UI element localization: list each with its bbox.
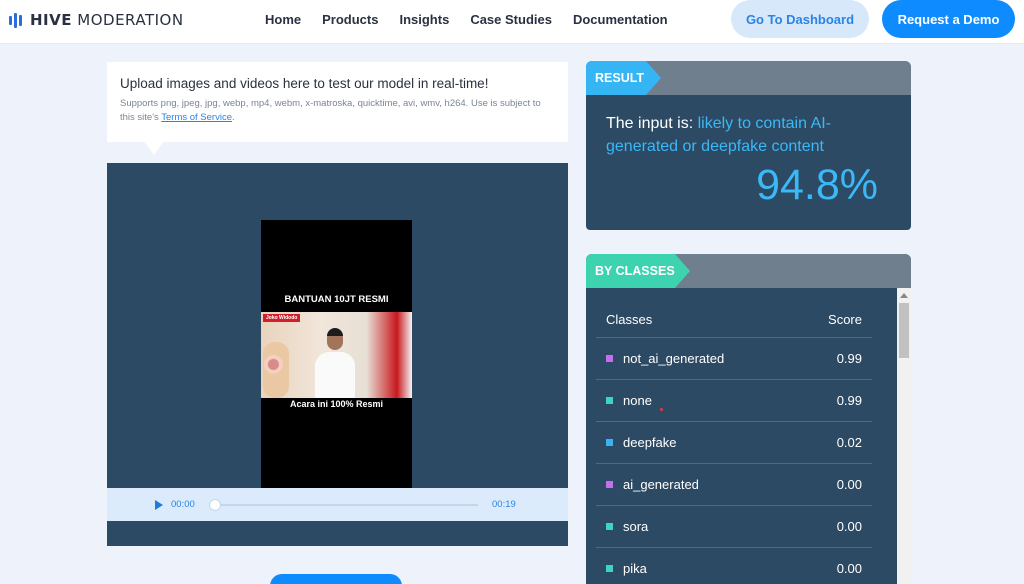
flower-decoration	[263, 342, 289, 398]
speaker-figure	[315, 322, 355, 398]
nav-documentation[interactable]: Documentation	[573, 12, 668, 27]
classes-table: Classes Score not_ai_generated 0.99 none…	[596, 302, 872, 584]
play-icon[interactable]	[155, 500, 163, 510]
logo-bars-icon	[9, 12, 22, 28]
total-time: 00:19	[492, 499, 516, 510]
nav-home[interactable]: Home	[265, 12, 301, 27]
nav-insights[interactable]: Insights	[399, 12, 449, 27]
class-row: not_ai_generated 0.99	[596, 338, 872, 380]
class-row: sora 0.00	[596, 506, 872, 548]
upload-description: Supports png, jpeg, jpg, webp, mp4, webm…	[120, 98, 541, 123]
seek-bar[interactable]	[210, 504, 478, 506]
result-card: RESULT The input is: likely to contain A…	[586, 61, 911, 230]
class-score: 0.00	[836, 561, 862, 576]
classes-column-header: Classes	[606, 312, 653, 327]
video-player[interactable]: BANTUAN 10JT RESMI Joko Widodo Acara ini…	[261, 220, 412, 489]
class-name: sora	[623, 519, 649, 534]
class-row: none 0.99	[596, 380, 872, 422]
class-color-swatch	[606, 481, 613, 488]
class-name: not_ai_generated	[623, 351, 725, 366]
terms-of-service-link[interactable]: Terms of Service	[161, 112, 232, 123]
result-score: 94.8%	[756, 161, 878, 209]
by-classes-tag: BY CLASSES	[586, 254, 690, 288]
video-caption-bottom: Acara ini 100% Resmi	[289, 399, 384, 409]
score-column-header: Score	[828, 312, 862, 327]
class-name: ai_generated	[623, 477, 699, 492]
class-score: 0.99	[836, 393, 862, 408]
class-row: deepfake 0.02	[596, 422, 872, 464]
class-color-swatch	[606, 565, 613, 572]
main-nav: Home Products Insights Case Studies Docu…	[265, 12, 689, 27]
scroll-thumb[interactable]	[899, 303, 909, 358]
class-name: deepfake	[623, 435, 677, 450]
class-name: pika	[623, 561, 647, 576]
classes-table-header: Classes Score	[596, 302, 872, 338]
class-row: ai_generated 0.00	[596, 464, 872, 506]
current-time: 00:00	[171, 499, 195, 510]
class-score: 0.99	[836, 351, 862, 366]
class-row: pika 0.00	[596, 548, 872, 584]
video-caption-top: BANTUAN 10JT RESMI	[284, 294, 389, 305]
class-name: none	[623, 393, 652, 408]
result-verdict: The input is: likely to contain AI-gener…	[606, 115, 832, 155]
class-color-swatch	[606, 355, 613, 362]
player-controls: 00:00 00:19	[107, 488, 568, 521]
class-score: 0.00	[836, 477, 862, 492]
classes-card-header: BY CLASSES	[586, 254, 911, 288]
classes-scrollbar[interactable]	[897, 288, 911, 584]
result-card-header: RESULT	[586, 61, 911, 95]
scroll-up-icon[interactable]	[900, 293, 908, 298]
class-score: 0.00	[836, 519, 862, 534]
logo-text: HIVE MODERATION	[30, 11, 184, 29]
upload-callout-pointer	[144, 141, 164, 155]
classes-card: BY CLASSES Classes Score not_ai_generate…	[586, 254, 911, 584]
media-preview-panel: BANTUAN 10JT RESMI Joko Widodo Acara ini…	[107, 163, 568, 546]
class-score: 0.02	[836, 435, 862, 450]
class-color-swatch	[606, 397, 613, 404]
upload-instructions: Upload images and videos here to test ou…	[107, 62, 568, 142]
partial-button[interactable]	[270, 574, 402, 584]
video-name-tag: Joko Widodo	[263, 314, 301, 322]
nav-case-studies[interactable]: Case Studies	[470, 12, 552, 27]
seek-thumb[interactable]	[209, 499, 221, 511]
class-color-swatch	[606, 523, 613, 530]
upload-title: Upload images and videos here to test ou…	[120, 76, 489, 91]
result-tag: RESULT	[586, 61, 661, 95]
go-to-dashboard-button[interactable]: Go To Dashboard	[731, 0, 869, 38]
video-frame-image: Joko Widodo	[261, 312, 412, 398]
cursor-dot	[660, 408, 663, 411]
request-demo-button[interactable]: Request a Demo	[882, 0, 1015, 38]
top-header: HIVE MODERATION Home Products Insights C…	[0, 0, 1024, 44]
nav-products[interactable]: Products	[322, 12, 378, 27]
hive-logo[interactable]: HIVE MODERATION	[9, 11, 184, 29]
class-color-swatch	[606, 439, 613, 446]
